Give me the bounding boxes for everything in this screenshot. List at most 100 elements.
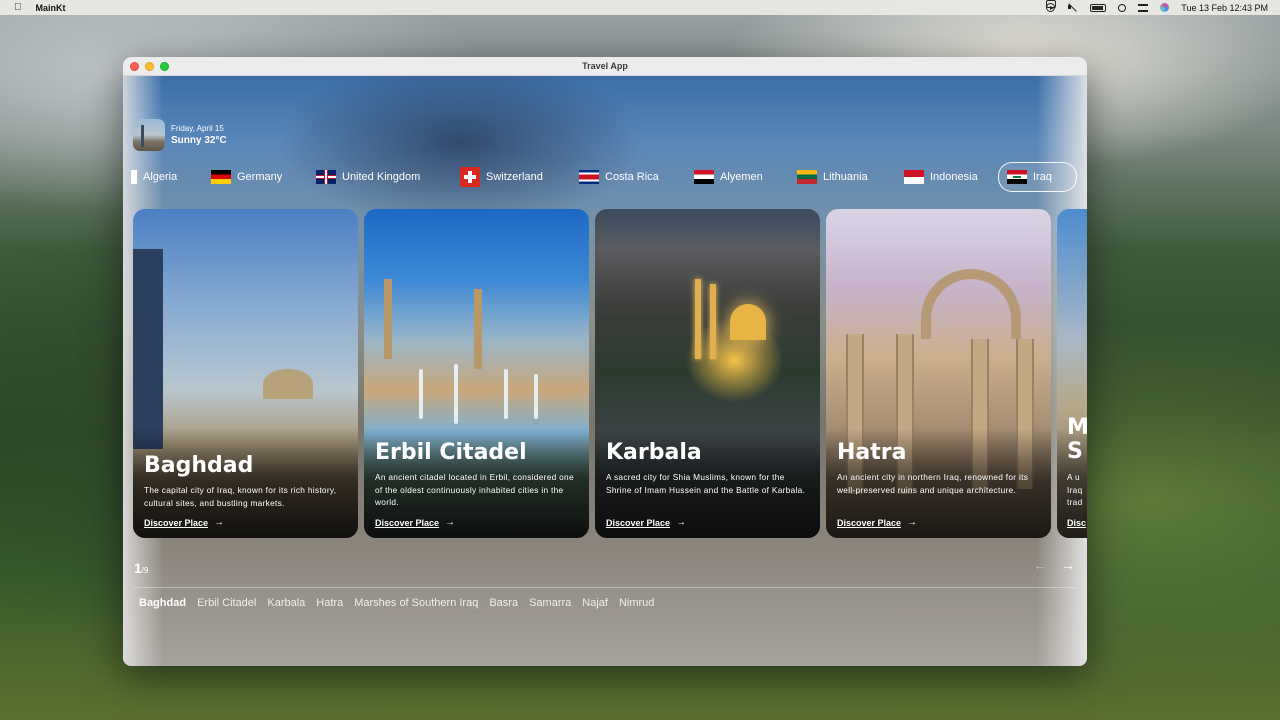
weather-thumbnail (133, 119, 165, 151)
tab-germany[interactable]: Germany (203, 162, 290, 192)
tab-switzerland[interactable]: Switzerland (452, 162, 551, 192)
scene-dome (263, 369, 313, 399)
carousel-nav: ← → (1033, 557, 1075, 573)
scene-fountain (504, 369, 508, 419)
uk-flag-icon (316, 170, 336, 184)
scene-fountain (454, 364, 458, 424)
weather-widget: Friday, April 15 Sunny 32°C (133, 119, 227, 151)
tab-label: Costa Rica (605, 171, 659, 183)
next-arrow-icon[interactable]: → (1061, 557, 1075, 573)
card-description: An ancient citadel located in Erbil, con… (375, 472, 574, 507)
tab-indonesia[interactable]: Indonesia (896, 162, 986, 192)
tab-iraq[interactable]: Iraq (998, 162, 1077, 192)
discover-place-link[interactable]: Discover Place → (837, 517, 917, 528)
scene-minaret (384, 279, 392, 359)
scene-fountain (534, 374, 538, 419)
close-window-button[interactable] (130, 62, 139, 71)
current-page: 1 (134, 560, 142, 576)
indonesia-flag-icon (904, 170, 924, 184)
place-item-basra[interactable]: Basra (489, 597, 518, 609)
window-title: Travel App (582, 61, 628, 71)
link-label: Discover Place (375, 517, 440, 528)
window-controls (130, 62, 169, 71)
place-item-karbala[interactable]: Karbala (267, 597, 305, 609)
yemen-flag-icon (694, 170, 714, 184)
scene-fountain (419, 369, 423, 419)
card-description: A sacred city for Shia Muslims, known fo… (606, 472, 806, 495)
link-label: Disc (1067, 518, 1087, 528)
place-item-erbil-citadel[interactable]: Erbil Citadel (197, 597, 256, 609)
discover-place-link[interactable]: Discover Place → (606, 517, 686, 528)
tab-label: Algeria (143, 171, 178, 183)
scene-minaret (710, 284, 716, 359)
tab-costa-rica[interactable]: Costa Rica (571, 162, 667, 192)
card-baghdad[interactable]: Baghdad The capital city of Iraq, known … (133, 209, 358, 538)
scene-minaret (474, 289, 482, 369)
tab-lithuania[interactable]: Lithuania (789, 162, 876, 192)
card-erbil-citadel[interactable]: Erbil Citadel An ancient citadel located… (364, 209, 589, 538)
zoom-window-button[interactable] (160, 62, 169, 71)
card-title: Hatra (837, 440, 907, 465)
scene-dome (730, 304, 766, 340)
card-title: Karbala (606, 440, 702, 465)
lithuania-flag-icon (797, 170, 817, 184)
minimize-window-button[interactable] (145, 62, 154, 71)
total-pages: /9 (141, 566, 149, 575)
place-item-samarra[interactable]: Samarra (529, 597, 571, 609)
control-center-icon[interactable] (1138, 3, 1149, 12)
menubar-clock[interactable]: Tue 13 Feb 12:43 PM (1181, 3, 1268, 13)
place-list: Baghdad Erbil Citadel Karbala Hatra Mars… (139, 597, 654, 609)
card-karbala[interactable]: Karbala A sacred city for Shia Muslims, … (595, 209, 820, 538)
place-item-baghdad[interactable]: Baghdad (139, 597, 186, 609)
scene-arch (921, 269, 1021, 339)
spotlight-search-icon[interactable] (1118, 3, 1127, 12)
place-item-nimrud[interactable]: Nimrud (619, 597, 654, 609)
window-titlebar[interactable]: Travel App (123, 57, 1087, 76)
place-item-marshes[interactable]: Marshes of Southern Iraq (354, 597, 478, 609)
algeria-flag-icon (131, 170, 137, 184)
card-description: The capital city of Iraq, known for its … (144, 485, 337, 508)
place-item-najaf[interactable]: Najaf (582, 597, 608, 609)
battery-icon[interactable] (1090, 3, 1107, 12)
card-partial-next[interactable]: M S A u Iraq trad Disc (1057, 209, 1087, 538)
country-tabs: Algeria Germany United Kingdom Switzerla… (123, 162, 1087, 194)
discover-place-link[interactable]: Discover Place → (144, 517, 224, 528)
tab-label: Switzerland (486, 171, 543, 183)
tab-label: United Kingdom (342, 171, 421, 183)
previous-arrow-icon[interactable]: ← (1033, 557, 1047, 573)
siri-icon[interactable] (1160, 3, 1170, 12)
card-description: A u Iraq trad (1067, 472, 1083, 507)
divider (134, 587, 1076, 588)
display-icon[interactable] (1046, 0, 1057, 8)
link-label: Discover Place (144, 517, 209, 528)
link-label: Discover Place (606, 517, 671, 528)
arrow-right-icon: → (676, 517, 687, 528)
menubar-app-name[interactable]: MainKt (36, 3, 66, 13)
tab-algeria[interactable]: Algeria (123, 162, 185, 192)
scene-minaret (695, 279, 701, 359)
germany-flag-icon (211, 170, 231, 184)
apple-icon[interactable]:  (14, 2, 22, 13)
discover-place-link[interactable]: Discover Place → (375, 517, 455, 528)
tab-label: Indonesia (930, 171, 978, 183)
tab-label: Iraq (1033, 171, 1052, 183)
tab-label: Alyemen (720, 171, 763, 183)
volume-mute-icon[interactable] (1067, 3, 1078, 12)
card-title: Erbil Citadel (375, 440, 527, 465)
card-title: M S (1067, 415, 1087, 464)
scene-tower (133, 249, 163, 449)
destination-carousel: Baghdad The capital city of Iraq, known … (133, 209, 1087, 539)
arrow-right-icon: → (907, 517, 918, 528)
tab-united-kingdom[interactable]: United Kingdom (308, 162, 428, 192)
tab-alyemen[interactable]: Alyemen (686, 162, 771, 192)
card-title: Baghdad (144, 453, 254, 478)
place-item-hatra[interactable]: Hatra (316, 597, 343, 609)
card-hatra[interactable]: Hatra An ancient city in northern Iraq, … (826, 209, 1051, 538)
iraq-flag-icon (1007, 170, 1027, 184)
arrow-right-icon: → (214, 517, 225, 528)
discover-place-link[interactable]: Disc (1067, 518, 1086, 528)
tab-label: Lithuania (823, 171, 868, 183)
switzerland-flag-icon (460, 167, 480, 187)
menubar-status-area: Tue 13 Feb 12:43 PM (1046, 0, 1268, 13)
costa-rica-flag-icon (579, 170, 599, 184)
